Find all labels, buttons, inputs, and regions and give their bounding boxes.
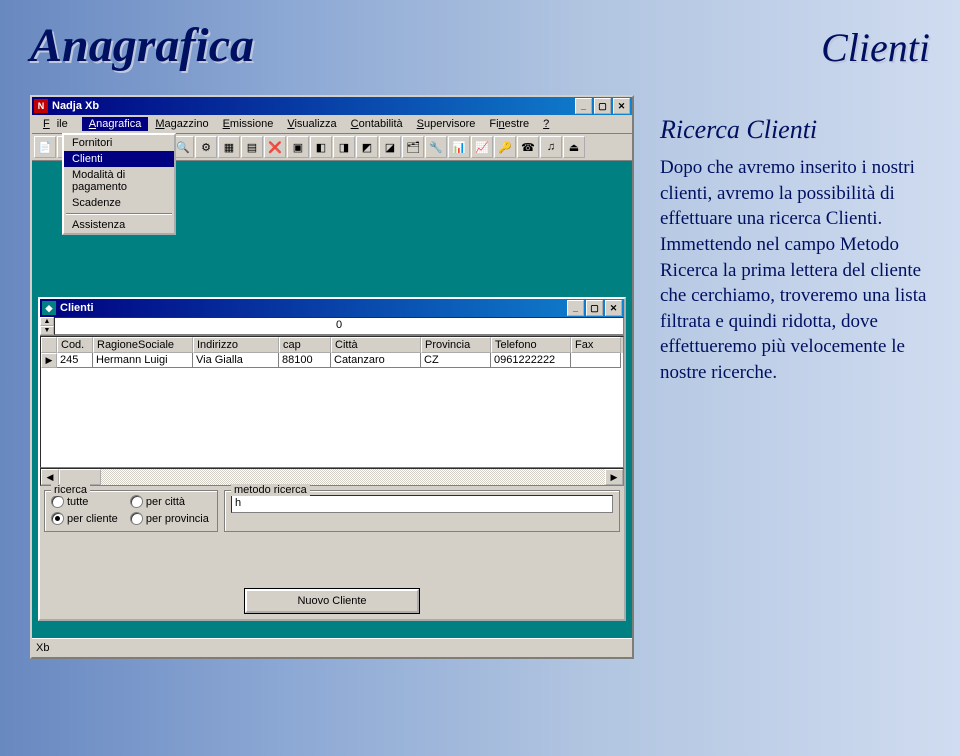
- menubar: File Anagrafica Magazzino Emissione Visu…: [32, 115, 632, 134]
- ricerca-legend: ricerca: [51, 484, 90, 496]
- dropdown-fornitori[interactable]: Fornitori: [64, 135, 174, 151]
- scroll-left-icon[interactable]: ◀: [41, 469, 59, 485]
- grid-corner: [41, 337, 57, 353]
- main-titlebar[interactable]: N Nadja Xb _ ▢ ✕: [32, 97, 632, 115]
- cell-telefono: 0961222222: [491, 353, 571, 368]
- dropdown-clienti[interactable]: Clienti: [64, 151, 174, 167]
- menu-file[interactable]: File: [36, 117, 82, 131]
- col-fax[interactable]: Fax: [571, 337, 621, 353]
- page-subtitle: Ricerca Clienti: [660, 115, 817, 145]
- dropdown-separator: [66, 213, 172, 215]
- spin-up[interactable]: ▲: [40, 317, 54, 326]
- toolbar-btn-17[interactable]: 🔧: [425, 136, 447, 158]
- cell-provincia: CZ: [421, 353, 491, 368]
- toolbar-btn-8[interactable]: ▦: [218, 136, 240, 158]
- col-indirizzo[interactable]: Indirizzo: [193, 337, 279, 353]
- nuovo-cliente-button[interactable]: Nuovo Cliente: [245, 589, 419, 613]
- toolbar-btn-20[interactable]: 🔑: [494, 136, 516, 158]
- page-body: Dopo che avremo inserito i nostri client…: [660, 155, 930, 386]
- menu-emissione[interactable]: Emissione: [216, 117, 281, 131]
- toolbar-btn-12[interactable]: ◧: [310, 136, 332, 158]
- spin-down[interactable]: ▼: [40, 326, 54, 335]
- menu-magazzino[interactable]: Magazzino: [148, 117, 215, 131]
- col-provincia[interactable]: Provincia: [421, 337, 491, 353]
- toolbar-btn-11[interactable]: ▣: [287, 136, 309, 158]
- grid-hscroll[interactable]: ◀ ▶: [40, 468, 624, 486]
- toolbar-btn-9[interactable]: ▤: [241, 136, 263, 158]
- clienti-grid: Cod. RagioneSociale Indirizzo cap Città …: [40, 336, 624, 468]
- radio-per-citta[interactable]: per città: [130, 495, 211, 508]
- status-text: Xb: [36, 642, 49, 654]
- toolbar-btn-7[interactable]: ⚙: [195, 136, 217, 158]
- toolbar-btn-21[interactable]: ☎: [517, 136, 539, 158]
- page-title-right: Clienti: [821, 24, 930, 71]
- table-row[interactable]: ▶ 245 Hermann Luigi Via Gialla 88100 Cat…: [41, 353, 623, 368]
- toolbar-btn-23[interactable]: ⏏: [563, 136, 585, 158]
- main-title: Nadja Xb: [52, 100, 573, 112]
- cell-cap: 88100: [279, 353, 331, 368]
- col-citta[interactable]: Città: [331, 337, 421, 353]
- toolbar-btn-18[interactable]: 📊: [448, 136, 470, 158]
- col-ragione[interactable]: RagioneSociale: [93, 337, 193, 353]
- toolbar-btn-16[interactable]: 🗂: [402, 136, 424, 158]
- close-button[interactable]: ✕: [613, 98, 630, 114]
- menu-visualizza[interactable]: Visualizza: [280, 117, 343, 131]
- metodo-legend: metodo ricerca: [231, 484, 310, 496]
- toolbar-btn-14[interactable]: ◩: [356, 136, 378, 158]
- col-cap[interactable]: cap: [279, 337, 331, 353]
- cell-fax: [571, 353, 621, 368]
- cell-citta: Catanzaro: [331, 353, 421, 368]
- scroll-thumb[interactable]: [59, 469, 101, 485]
- toolbar-btn-19[interactable]: 📈: [471, 136, 493, 158]
- menu-supervisore[interactable]: Supervisore: [410, 117, 483, 131]
- metodo-group: metodo ricerca h: [224, 490, 620, 532]
- dropdown-modalita[interactable]: Modalità di pagamento: [64, 167, 174, 195]
- anagrafica-dropdown: Fornitori Clienti Modalità di pagamento …: [62, 133, 176, 235]
- scroll-track[interactable]: [59, 469, 605, 485]
- menu-anagrafica[interactable]: Anagrafica: [82, 117, 149, 131]
- child-maximize[interactable]: ▢: [586, 300, 603, 316]
- cell-cod: 245: [57, 353, 93, 368]
- clienti-title: Clienti: [60, 302, 565, 314]
- app-icon: N: [34, 99, 48, 113]
- child-minimize[interactable]: _: [567, 300, 584, 316]
- cell-indirizzo: Via Gialla: [193, 353, 279, 368]
- cell-ragione: Hermann Luigi: [93, 353, 193, 368]
- page-title-left: Anagrafica: [30, 18, 254, 73]
- child-close[interactable]: ✕: [605, 300, 622, 316]
- main-window: N Nadja Xb _ ▢ ✕ File Anagrafica Magazzi…: [30, 95, 634, 659]
- clienti-titlebar[interactable]: ◆ Clienti _ ▢ ✕: [40, 299, 624, 317]
- clienti-window: ◆ Clienti _ ▢ ✕ ▲ ▼ 0 Cod. RagioneSocial…: [38, 297, 626, 621]
- col-telefono[interactable]: Telefono: [491, 337, 571, 353]
- menu-help[interactable]: ?: [536, 117, 556, 131]
- toolbar-btn-13[interactable]: ◨: [333, 136, 355, 158]
- search-row: ▲ ▼ 0: [40, 317, 624, 336]
- menu-contabilita[interactable]: Contabilità: [344, 117, 410, 131]
- toolbar-btn-22[interactable]: ♫: [540, 136, 562, 158]
- clienti-icon: ◆: [42, 301, 56, 315]
- toolbar-btn-15[interactable]: ◪: [379, 136, 401, 158]
- col-cod[interactable]: Cod.: [57, 337, 93, 353]
- menu-finestre[interactable]: Finestre: [482, 117, 536, 131]
- radio-per-provincia[interactable]: per provincia: [130, 512, 211, 525]
- toolbar-btn-10[interactable]: ❌: [264, 136, 286, 158]
- maximize-button[interactable]: ▢: [594, 98, 611, 114]
- radio-tutte[interactable]: tutte: [51, 495, 120, 508]
- statusbar: Xb: [32, 638, 632, 657]
- ricerca-group: ricerca tutte per città per cliente per …: [44, 490, 218, 532]
- row-marker-icon: ▶: [41, 353, 57, 368]
- scroll-right-icon[interactable]: ▶: [605, 469, 623, 485]
- minimize-button[interactable]: _: [575, 98, 592, 114]
- toolbar-btn-0[interactable]: 📄: [34, 136, 56, 158]
- search-input[interactable]: 0: [54, 317, 624, 335]
- dropdown-assistenza[interactable]: Assistenza: [64, 217, 174, 233]
- metodo-input[interactable]: h: [231, 495, 613, 513]
- radio-per-cliente[interactable]: per cliente: [51, 512, 120, 525]
- dropdown-scadenze[interactable]: Scadenze: [64, 195, 174, 211]
